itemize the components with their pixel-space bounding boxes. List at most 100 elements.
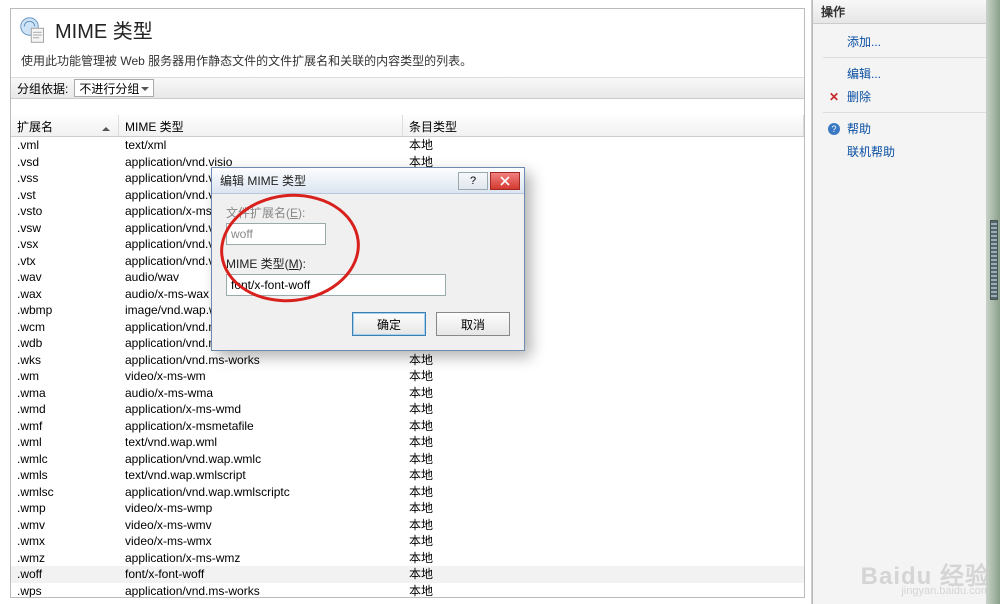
close-icon: [500, 176, 510, 186]
table-row[interactable]: .wofffont/x-font-woff本地: [11, 566, 804, 583]
dialog-footer: 确定 取消: [212, 302, 524, 350]
dialog-help-button[interactable]: ?: [458, 172, 488, 190]
table-row[interactable]: .wmzapplication/x-ms-wmz本地: [11, 550, 804, 567]
cell-mime: application/x-ms-wmd: [119, 401, 403, 418]
table-row[interactable]: .vmltext/xml本地: [11, 137, 804, 154]
cell-mime: application/x-ms-wmz: [119, 550, 403, 567]
page-title: MIME 类型: [55, 15, 153, 44]
cell-ext: .wps: [11, 583, 119, 598]
col-header-extension[interactable]: 扩展名: [11, 115, 119, 136]
grouping-bar: 分组依据: 不进行分组: [11, 77, 804, 99]
cell-source: 本地: [403, 583, 804, 598]
cell-ext: .wmlsc: [11, 484, 119, 501]
dialog-close-button[interactable]: [490, 172, 520, 190]
action-edit[interactable]: 编辑...: [813, 62, 1000, 85]
blank-icon: [827, 35, 841, 49]
cell-source: 本地: [403, 137, 804, 154]
cell-mime: audio/x-ms-wma: [119, 385, 403, 402]
resize-grip[interactable]: [990, 220, 998, 300]
cell-ext: .vsd: [11, 154, 119, 171]
page-subtitle: 使用此功能管理被 Web 服务器用作静态文件的文件扩展名和关联的内容类型的列表。: [11, 52, 804, 77]
separator: [823, 112, 990, 113]
table-row[interactable]: .wmltext/vnd.wap.wml本地: [11, 434, 804, 451]
cell-ext: .woff: [11, 566, 119, 583]
cell-ext: .vml: [11, 137, 119, 154]
table-row[interactable]: .wmlcapplication/vnd.wap.wmlc本地: [11, 451, 804, 468]
cell-ext: .wcm: [11, 319, 119, 336]
cell-source: 本地: [403, 484, 804, 501]
cell-source: 本地: [403, 352, 804, 369]
cell-ext: .wmlc: [11, 451, 119, 468]
cell-ext: .vtx: [11, 253, 119, 270]
cell-ext: .vst: [11, 187, 119, 204]
ext-label: 文件扩展名(E):: [226, 204, 510, 221]
action-online-help[interactable]: 联机帮助: [813, 140, 1000, 163]
mime-types-icon: [19, 16, 47, 44]
window-edge-strip: [986, 0, 1000, 604]
cell-ext: .wmz: [11, 550, 119, 567]
blank-icon: [827, 145, 841, 159]
table-row[interactable]: .wmxvideo/x-ms-wmx本地: [11, 533, 804, 550]
table-row[interactable]: .wmvideo/x-ms-wm本地: [11, 368, 804, 385]
col-header-source[interactable]: 条目类型: [403, 115, 804, 136]
grouping-label: 分组依据:: [17, 80, 68, 97]
cell-source: 本地: [403, 467, 804, 484]
blank-icon: [827, 67, 841, 81]
table-row[interactable]: .wmaaudio/x-ms-wma本地: [11, 385, 804, 402]
cell-ext: .wax: [11, 286, 119, 303]
cell-ext: .vsx: [11, 236, 119, 253]
cell-source: 本地: [403, 401, 804, 418]
cell-mime: text/vnd.wap.wmlscript: [119, 467, 403, 484]
cell-source: 本地: [403, 500, 804, 517]
edit-mime-dialog: 编辑 MIME 类型 ? 文件扩展名(E): MIME 类型(M): 确定 取消: [211, 167, 525, 351]
cancel-button[interactable]: 取消: [436, 312, 510, 336]
cell-mime: video/x-ms-wm: [119, 368, 403, 385]
cell-mime: video/x-ms-wmx: [119, 533, 403, 550]
table-row[interactable]: .wmlscapplication/vnd.wap.wmlscriptc本地: [11, 484, 804, 501]
cell-ext: .wks: [11, 352, 119, 369]
table-row[interactable]: .wpsapplication/vnd.ms-works本地: [11, 583, 804, 598]
table-row[interactable]: .wmfapplication/x-msmetafile本地: [11, 418, 804, 435]
table-row[interactable]: .wmlstext/vnd.wap.wmlscript本地: [11, 467, 804, 484]
mime-input[interactable]: [226, 274, 446, 296]
grouping-select[interactable]: 不进行分组: [74, 79, 154, 97]
cell-source: 本地: [403, 385, 804, 402]
table-row[interactable]: .wmvvideo/x-ms-wmv本地: [11, 517, 804, 534]
dialog-titlebar[interactable]: 编辑 MIME 类型 ?: [212, 168, 524, 194]
cell-mime: font/x-font-woff: [119, 566, 403, 583]
cell-source: 本地: [403, 533, 804, 550]
dialog-title: 编辑 MIME 类型: [220, 172, 458, 189]
separator: [823, 57, 990, 58]
delete-icon: ✕: [827, 90, 841, 104]
cell-source: 本地: [403, 517, 804, 534]
svg-text:?: ?: [831, 124, 836, 134]
cell-ext: .wav: [11, 269, 119, 286]
cell-ext: .wdb: [11, 335, 119, 352]
actions-pane-title: 操作: [813, 0, 1000, 24]
ok-button[interactable]: 确定: [352, 312, 426, 336]
page-header: MIME 类型: [11, 9, 804, 52]
cell-source: 本地: [403, 550, 804, 567]
cell-mime: application/x-msmetafile: [119, 418, 403, 435]
col-header-mime[interactable]: MIME 类型: [119, 115, 403, 136]
table-row[interactable]: .wksapplication/vnd.ms-works本地: [11, 352, 804, 369]
cell-ext: .vss: [11, 170, 119, 187]
table-row[interactable]: .wmpvideo/x-ms-wmp本地: [11, 500, 804, 517]
cell-source: 本地: [403, 566, 804, 583]
ext-input[interactable]: [226, 223, 326, 245]
action-help[interactable]: ? 帮助: [813, 117, 1000, 140]
cell-source: 本地: [403, 434, 804, 451]
table-header: 扩展名 MIME 类型 条目类型: [11, 115, 804, 137]
cell-source: 本地: [403, 451, 804, 468]
action-add[interactable]: 添加...: [813, 30, 1000, 53]
cell-ext: .wbmp: [11, 302, 119, 319]
table-row[interactable]: .wmdapplication/x-ms-wmd本地: [11, 401, 804, 418]
cell-mime: video/x-ms-wmv: [119, 517, 403, 534]
cell-mime: text/vnd.wap.wml: [119, 434, 403, 451]
cell-ext: .wmls: [11, 467, 119, 484]
action-delete[interactable]: ✕ 删除: [813, 85, 1000, 108]
cell-ext: .wm: [11, 368, 119, 385]
cell-ext: .vsw: [11, 220, 119, 237]
watermark: Baidu 经验 jingyan.baidu.com: [861, 570, 990, 598]
cell-mime: application/vnd.ms-works: [119, 352, 403, 369]
